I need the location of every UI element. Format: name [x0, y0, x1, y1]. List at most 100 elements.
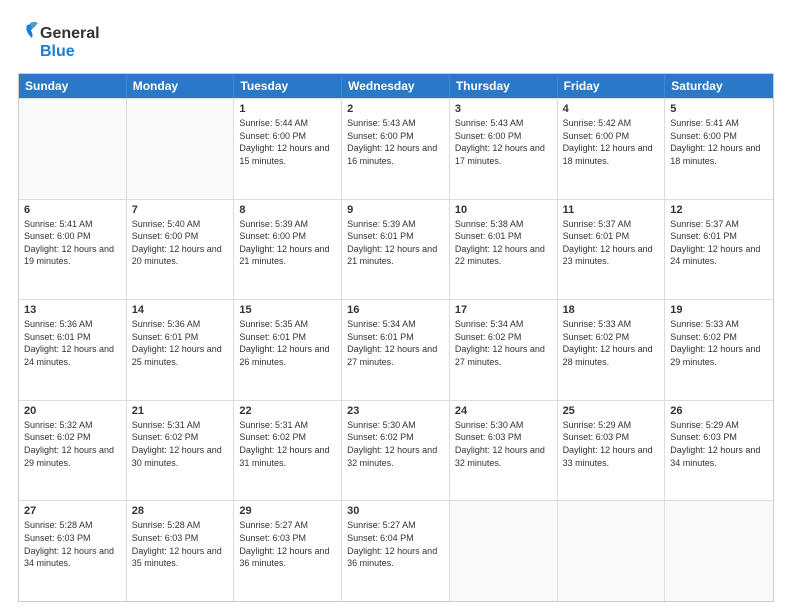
day-number: 3: [455, 103, 552, 115]
cal-header-saturday: Saturday: [665, 74, 773, 98]
calendar-body: 1 Sunrise: 5:44 AM Sunset: 6:00 PM Daylig…: [19, 98, 773, 601]
day-number: 15: [239, 304, 336, 316]
cal-header-friday: Friday: [558, 74, 666, 98]
cell-info: Sunrise: 5:30 AM Sunset: 6:02 PM Dayligh…: [347, 419, 444, 469]
calendar-header-row: SundayMondayTuesdayWednesdayThursdayFrid…: [19, 74, 773, 98]
day-number: 10: [455, 204, 552, 216]
cell-info: Sunrise: 5:28 AM Sunset: 6:03 PM Dayligh…: [24, 519, 121, 569]
cal-cell: 30Sunrise: 5:27 AM Sunset: 6:04 PM Dayli…: [342, 501, 450, 601]
day-number: 1: [239, 103, 336, 115]
cal-cell: 14 Sunrise: 5:36 AM Sunset: 6:01 PM Dayli…: [127, 300, 235, 400]
cell-info: Sunrise: 5:31 AM Sunset: 6:02 PM Dayligh…: [239, 419, 336, 469]
cal-cell: 13Sunrise: 5:36 AM Sunset: 6:01 PM Dayli…: [19, 300, 127, 400]
cal-cell: 20Sunrise: 5:32 AM Sunset: 6:02 PM Dayli…: [19, 401, 127, 501]
cell-info: Sunrise: 5:33 AM Sunset: 6:02 PM Dayligh…: [670, 318, 768, 368]
day-number: 2: [347, 103, 444, 115]
cell-info: Sunrise: 5:41 AM Sunset: 6:00 PM Dayligh…: [670, 117, 768, 167]
cell-info: Sunrise: 5:36 AM Sunset: 6:01 PM Dayligh…: [132, 318, 229, 368]
day-number: 22: [239, 405, 336, 417]
cal-cell: 22 Sunrise: 5:31 AM Sunset: 6:02 PM Dayli…: [234, 401, 342, 501]
header: General Blue: [18, 18, 774, 63]
cal-cell: 19 Sunrise: 5:33 AM Sunset: 6:02 PM Dayli…: [665, 300, 773, 400]
cell-info: Sunrise: 5:32 AM Sunset: 6:02 PM Dayligh…: [24, 419, 121, 469]
cal-cell: 27 Sunrise: 5:28 AM Sunset: 6:03 PM Dayli…: [19, 501, 127, 601]
cell-info: Sunrise: 5:27 AM Sunset: 6:03 PM Dayligh…: [239, 519, 336, 569]
day-number: 17: [455, 304, 552, 316]
day-number: 12: [670, 204, 768, 216]
day-number: 14: [132, 304, 229, 316]
cell-info: Sunrise: 5:33 AM Sunset: 6:02 PM Dayligh…: [563, 318, 660, 368]
cal-cell: [665, 501, 773, 601]
cal-cell: 3 Sunrise: 5:43 AM Sunset: 6:00 PM Daylig…: [450, 99, 558, 199]
cal-cell: 12 Sunrise: 5:37 AM Sunset: 6:01 PM Dayli…: [665, 200, 773, 300]
day-number: 9: [347, 204, 444, 216]
cal-cell: [19, 99, 127, 199]
cal-cell: 24 Sunrise: 5:30 AM Sunset: 6:03 PM Dayli…: [450, 401, 558, 501]
day-number: 18: [563, 304, 660, 316]
cell-info: Sunrise: 5:42 AM Sunset: 6:00 PM Dayligh…: [563, 117, 660, 167]
day-number: 4: [563, 103, 660, 115]
cal-cell: 15 Sunrise: 5:35 AM Sunset: 6:01 PM Dayli…: [234, 300, 342, 400]
cell-info: Sunrise: 5:38 AM Sunset: 6:01 PM Dayligh…: [455, 218, 552, 268]
cal-cell: 8Sunrise: 5:39 AM Sunset: 6:00 PM Daylig…: [234, 200, 342, 300]
cal-header-sunday: Sunday: [19, 74, 127, 98]
day-number: 28: [132, 505, 229, 517]
cal-cell: 11Sunrise: 5:37 AM Sunset: 6:01 PM Dayli…: [558, 200, 666, 300]
logo: General Blue: [18, 18, 113, 63]
cal-cell: [558, 501, 666, 601]
day-number: 19: [670, 304, 768, 316]
day-number: 29: [239, 505, 336, 517]
cell-info: Sunrise: 5:34 AM Sunset: 6:02 PM Dayligh…: [455, 318, 552, 368]
cal-cell: 4 Sunrise: 5:42 AM Sunset: 6:00 PM Daylig…: [558, 99, 666, 199]
cal-cell: 2 Sunrise: 5:43 AM Sunset: 6:00 PM Daylig…: [342, 99, 450, 199]
cal-cell: 9 Sunrise: 5:39 AM Sunset: 6:01 PM Daylig…: [342, 200, 450, 300]
cell-info: Sunrise: 5:30 AM Sunset: 6:03 PM Dayligh…: [455, 419, 552, 469]
cell-info: Sunrise: 5:31 AM Sunset: 6:02 PM Dayligh…: [132, 419, 229, 469]
logo-svg: General Blue: [18, 18, 113, 63]
cell-info: Sunrise: 5:27 AM Sunset: 6:04 PM Dayligh…: [347, 519, 444, 569]
day-number: 23: [347, 405, 444, 417]
cell-info: Sunrise: 5:29 AM Sunset: 6:03 PM Dayligh…: [670, 419, 768, 469]
cell-info: Sunrise: 5:43 AM Sunset: 6:00 PM Dayligh…: [347, 117, 444, 167]
cal-week-5: 27 Sunrise: 5:28 AM Sunset: 6:03 PM Dayli…: [19, 500, 773, 601]
svg-text:General: General: [40, 25, 100, 42]
cal-cell: 29 Sunrise: 5:27 AM Sunset: 6:03 PM Dayli…: [234, 501, 342, 601]
cell-info: Sunrise: 5:36 AM Sunset: 6:01 PM Dayligh…: [24, 318, 121, 368]
cal-cell: [127, 99, 235, 199]
day-number: 27: [24, 505, 121, 517]
cal-week-3: 13Sunrise: 5:36 AM Sunset: 6:01 PM Dayli…: [19, 299, 773, 400]
cal-cell: 21Sunrise: 5:31 AM Sunset: 6:02 PM Dayli…: [127, 401, 235, 501]
page: General Blue SundayMondayTuesdayWednesda…: [0, 0, 792, 612]
cell-info: Sunrise: 5:37 AM Sunset: 6:01 PM Dayligh…: [670, 218, 768, 268]
cal-cell: 10 Sunrise: 5:38 AM Sunset: 6:01 PM Dayli…: [450, 200, 558, 300]
cell-info: Sunrise: 5:34 AM Sunset: 6:01 PM Dayligh…: [347, 318, 444, 368]
cell-info: Sunrise: 5:35 AM Sunset: 6:01 PM Dayligh…: [239, 318, 336, 368]
cal-cell: 1 Sunrise: 5:44 AM Sunset: 6:00 PM Daylig…: [234, 99, 342, 199]
cal-header-monday: Monday: [127, 74, 235, 98]
cell-info: Sunrise: 5:29 AM Sunset: 6:03 PM Dayligh…: [563, 419, 660, 469]
day-number: 6: [24, 204, 121, 216]
cell-info: Sunrise: 5:28 AM Sunset: 6:03 PM Dayligh…: [132, 519, 229, 569]
cal-cell: 23 Sunrise: 5:30 AM Sunset: 6:02 PM Dayli…: [342, 401, 450, 501]
cal-cell: 26 Sunrise: 5:29 AM Sunset: 6:03 PM Dayli…: [665, 401, 773, 501]
cal-cell: 17 Sunrise: 5:34 AM Sunset: 6:02 PM Dayli…: [450, 300, 558, 400]
cal-cell: [450, 501, 558, 601]
cal-cell: 6Sunrise: 5:41 AM Sunset: 6:00 PM Daylig…: [19, 200, 127, 300]
cal-week-4: 20Sunrise: 5:32 AM Sunset: 6:02 PM Dayli…: [19, 400, 773, 501]
cal-cell: 5Sunrise: 5:41 AM Sunset: 6:00 PM Daylig…: [665, 99, 773, 199]
day-number: 25: [563, 405, 660, 417]
cell-info: Sunrise: 5:39 AM Sunset: 6:01 PM Dayligh…: [347, 218, 444, 268]
cell-info: Sunrise: 5:39 AM Sunset: 6:00 PM Dayligh…: [239, 218, 336, 268]
cal-cell: 7 Sunrise: 5:40 AM Sunset: 6:00 PM Daylig…: [127, 200, 235, 300]
cell-info: Sunrise: 5:37 AM Sunset: 6:01 PM Dayligh…: [563, 218, 660, 268]
cal-cell: 25 Sunrise: 5:29 AM Sunset: 6:03 PM Dayli…: [558, 401, 666, 501]
day-number: 26: [670, 405, 768, 417]
cal-cell: 18 Sunrise: 5:33 AM Sunset: 6:02 PM Dayli…: [558, 300, 666, 400]
calendar: SundayMondayTuesdayWednesdayThursdayFrid…: [18, 73, 774, 602]
cell-info: Sunrise: 5:43 AM Sunset: 6:00 PM Dayligh…: [455, 117, 552, 167]
cell-info: Sunrise: 5:44 AM Sunset: 6:00 PM Dayligh…: [239, 117, 336, 167]
day-number: 24: [455, 405, 552, 417]
cell-info: Sunrise: 5:40 AM Sunset: 6:00 PM Dayligh…: [132, 218, 229, 268]
day-number: 7: [132, 204, 229, 216]
cal-header-thursday: Thursday: [450, 74, 558, 98]
